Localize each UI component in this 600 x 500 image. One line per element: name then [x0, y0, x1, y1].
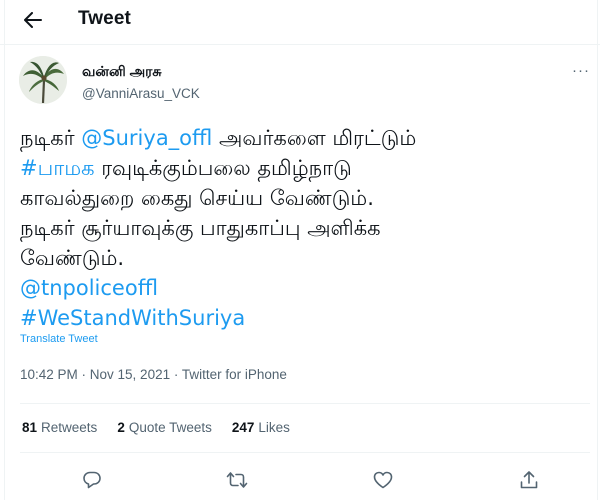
arrow-left-icon — [24, 12, 42, 28]
author-handle[interactable]: @VanniArasu_VCK — [82, 86, 200, 101]
reply-button[interactable] — [80, 468, 104, 492]
share-icon — [520, 471, 538, 489]
tweet-timestamp[interactable]: 10:42 PM · Nov 15, 2021 · — [20, 367, 182, 382]
mention-link[interactable]: @Suriya_offl — [81, 126, 212, 150]
tweet-line: நடிகர் சூர்யாவுக்கு பாதுகாப்பு அளிக்க — [20, 213, 590, 243]
hashtag-link[interactable]: #WeStandWithSuriya — [20, 306, 245, 330]
left-border — [4, 0, 5, 500]
likes-label: Likes — [258, 420, 290, 435]
reply-icon — [83, 471, 101, 489]
more-icon: ··· — [572, 62, 590, 79]
likes-stat[interactable]: 247 Likes — [232, 420, 290, 435]
tweet-text-segment: நடிகர் — [20, 126, 82, 150]
tweet-line: #WeStandWithSuriya — [20, 303, 590, 333]
mention-link[interactable]: @tnpoliceoffl — [20, 276, 158, 300]
meta-divider — [20, 403, 590, 404]
tweet-meta: 10:42 PM · Nov 15, 2021 · Twitter for iP… — [20, 367, 287, 382]
header-bar: Tweet — [0, 0, 600, 40]
header-divider — [0, 44, 600, 45]
retweet-icon — [226, 472, 248, 488]
translate-tweet-link[interactable]: Translate Tweet — [20, 333, 98, 345]
palm-tree-avatar-image — [19, 56, 67, 104]
tweet-text-segment: நடிகர் சூர்யாவுக்கு பாதுகாப்பு அளிக்க — [20, 216, 381, 240]
tweet-stats: 81 Retweets 2 Quote Tweets 247 Likes — [22, 420, 310, 435]
tweet-text-segment: காவல்துறை கைது செய்ய வேண்டும். — [20, 186, 374, 210]
tweet-text-segment: ரவுடிக்கும்பலை தமிழ்நாடு — [94, 156, 352, 180]
tweet-text: நடிகர் @Suriya_offl அவர்களை மிரட்டும் #பா… — [20, 123, 590, 333]
quote-tweets-label: Quote Tweets — [128, 420, 212, 435]
share-button[interactable] — [517, 468, 541, 492]
like-button[interactable] — [371, 468, 395, 492]
retweets-count: 81 — [22, 420, 38, 435]
tweet-line: வேண்டும். — [20, 243, 590, 273]
avatar[interactable] — [19, 56, 67, 104]
quote-tweets-count: 2 — [117, 420, 125, 435]
quote-tweets-stat[interactable]: 2 Quote Tweets — [117, 420, 212, 435]
retweets-stat[interactable]: 81 Retweets — [22, 420, 97, 435]
more-options-button[interactable]: ··· — [572, 63, 590, 78]
retweets-label: Retweets — [41, 420, 98, 435]
right-border — [597, 0, 598, 500]
stats-divider — [20, 452, 590, 453]
tweet-line: #பாமக ரவுடிக்கும்பலை தமிழ்நாடு — [20, 153, 590, 183]
hashtag-link[interactable]: #பாமக — [20, 156, 95, 180]
tweet-line: @tnpoliceoffl — [20, 273, 590, 303]
tweet-line: காவல்துறை கைது செய்ய வேண்டும். — [20, 183, 590, 213]
tweet-actions — [0, 462, 600, 496]
retweet-button[interactable] — [225, 468, 249, 492]
tweet-text-segment: அவர்களை மிரட்டும் — [212, 126, 417, 150]
author-name[interactable]: வன்னி அரசு — [82, 63, 162, 82]
tweet-line: நடிகர் @Suriya_offl அவர்களை மிரட்டும் — [20, 123, 590, 153]
tweet-text-segment: வேண்டும். — [20, 246, 125, 270]
back-button[interactable] — [22, 9, 44, 31]
heart-icon — [373, 471, 393, 489]
tweet-source[interactable]: Twitter for iPhone — [182, 367, 287, 382]
likes-count: 247 — [231, 420, 255, 435]
page-title: Tweet — [78, 8, 131, 29]
